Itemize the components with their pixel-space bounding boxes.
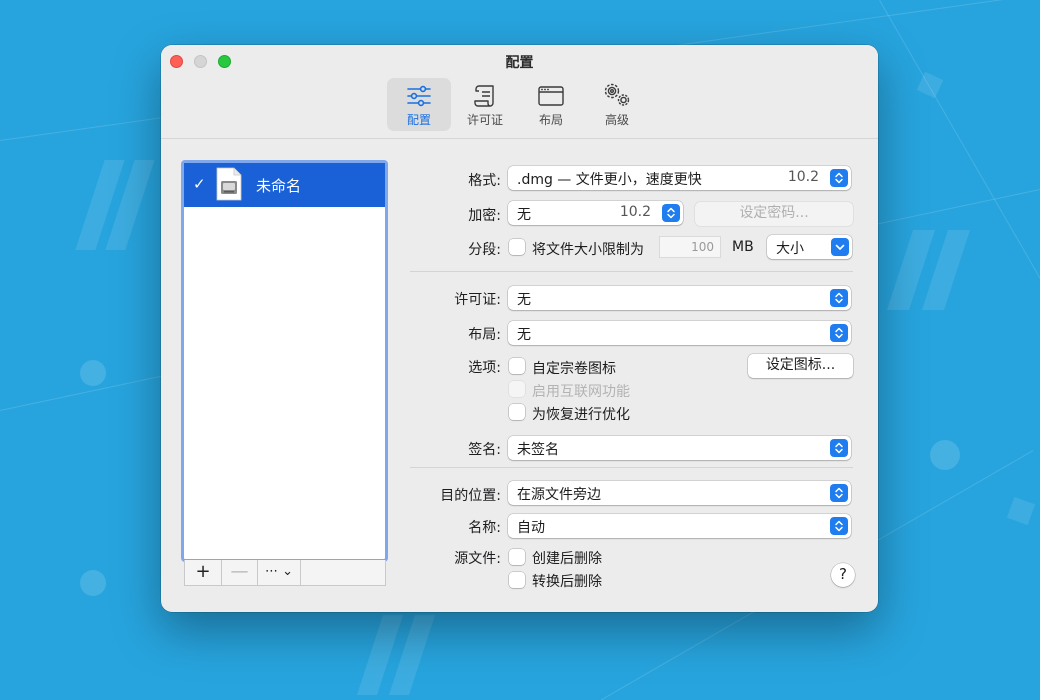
set-password-button[interactable]: 设定密码... — [695, 202, 853, 226]
name-value: 自动 — [517, 520, 545, 536]
format-value: .dmg — 文件更小，速度更快 — [517, 172, 702, 188]
signature-value: 未签名 — [517, 442, 559, 458]
remove-configuration-button[interactable]: — — [222, 560, 258, 585]
chevron-down-icon — [831, 238, 849, 256]
segment-checkbox[interactable] — [509, 239, 525, 255]
segment-checkbox-label: 将文件大小限制为 — [532, 242, 644, 258]
section-divider — [410, 271, 853, 272]
delete-after-convert-checkbox[interactable] — [509, 572, 525, 588]
popup-stepper-icon — [830, 484, 848, 502]
window-icon — [538, 86, 564, 106]
signature-select[interactable]: 未签名 — [508, 436, 851, 460]
popup-stepper-icon — [830, 169, 848, 187]
encryption-version: 10.2 — [619, 204, 651, 220]
delete-after-create-checkbox[interactable] — [509, 549, 525, 565]
preferences-window: 配置 配置 许可证 布局 高级 ✓ 未命名 + — ⋯ ⌄ 格式: .dmg —… — [161, 45, 878, 612]
disk-image-document-icon — [216, 167, 242, 201]
layout-value: 无 — [517, 327, 531, 343]
license-value: 无 — [517, 292, 531, 308]
segment-size-input[interactable]: 100 — [659, 236, 721, 258]
custom-volume-icon-label: 自定宗卷图标 — [532, 361, 616, 377]
popup-stepper-icon — [830, 289, 848, 307]
tab-configuration-label: 配置 — [406, 113, 431, 127]
license-select[interactable]: 无 — [508, 286, 851, 310]
list-toolbar: + — ⋯ ⌄ — [184, 560, 386, 586]
tab-layout[interactable]: 布局 — [519, 78, 583, 131]
encryption-value: 无 — [517, 207, 531, 223]
destination-select[interactable]: 在源文件旁边 — [508, 481, 851, 505]
segment-label: 分段: — [468, 242, 501, 258]
format-select[interactable]: .dmg — 文件更小，速度更快 10.2 — [508, 166, 851, 190]
section-divider — [410, 467, 853, 468]
help-button[interactable]: ? — [831, 563, 855, 587]
name-label: 名称: — [468, 520, 501, 536]
optimize-restore-label: 为恢复进行优化 — [532, 407, 630, 423]
tab-license-label: 许可证 — [466, 113, 503, 127]
segment-size-option: 大小 — [776, 241, 804, 257]
tab-layout-label: 布局 — [538, 113, 563, 127]
tab-configuration[interactable]: 配置 — [387, 78, 451, 131]
segment-size-select[interactable]: 大小 — [767, 235, 852, 259]
optimize-restore-checkbox[interactable] — [509, 404, 525, 420]
license-label: 许可证: — [454, 292, 501, 308]
tab-license[interactable]: 许可证 — [453, 78, 517, 131]
popup-stepper-icon — [830, 324, 848, 342]
layout-label: 布局: — [468, 327, 501, 343]
add-configuration-button[interactable]: + — [185, 560, 222, 585]
checkmark-icon: ✓ — [193, 175, 206, 193]
delete-after-create-label: 创建后删除 — [532, 551, 602, 567]
internet-enable-label: 启用互联网功能 — [532, 384, 630, 400]
gears-icon — [604, 83, 630, 106]
format-label: 格式: — [468, 173, 501, 189]
options-label: 选项: — [468, 360, 501, 376]
tab-advanced-label: 高级 — [604, 113, 629, 127]
set-icon-button[interactable]: 设定图标... — [748, 354, 853, 378]
window-title: 配置 — [505, 54, 534, 70]
popup-stepper-icon — [830, 439, 848, 457]
sliders-icon — [407, 85, 431, 107]
name-select[interactable]: 自动 — [508, 514, 851, 538]
format-version: 10.2 — [787, 169, 819, 185]
more-actions-button[interactable]: ⋯ ⌄ — [258, 560, 301, 585]
list-item[interactable]: ✓ 未命名 — [184, 163, 385, 207]
destination-label: 目的位置: — [440, 488, 501, 504]
internet-enable-checkbox[interactable] — [509, 381, 525, 397]
custom-volume-icon-checkbox[interactable] — [509, 358, 525, 374]
list-item-label: 未命名 — [256, 177, 302, 195]
encryption-label: 加密: — [468, 208, 501, 224]
segment-size-unit: MB — [732, 239, 754, 255]
layout-select[interactable]: 无 — [508, 321, 851, 345]
configuration-list[interactable]: ✓ 未命名 — [181, 160, 388, 562]
destination-value: 在源文件旁边 — [517, 487, 601, 503]
scroll-icon — [474, 85, 494, 107]
signature-label: 签名: — [468, 442, 501, 458]
title-bar: 配置 配置 许可证 布局 高级 — [161, 45, 878, 139]
source-label: 源文件: — [454, 551, 501, 567]
delete-after-convert-label: 转换后删除 — [532, 574, 602, 590]
encryption-select[interactable]: 无 10.2 — [508, 201, 683, 225]
popup-stepper-icon — [662, 204, 680, 222]
tab-advanced[interactable]: 高级 — [585, 78, 649, 131]
popup-stepper-icon — [830, 517, 848, 535]
